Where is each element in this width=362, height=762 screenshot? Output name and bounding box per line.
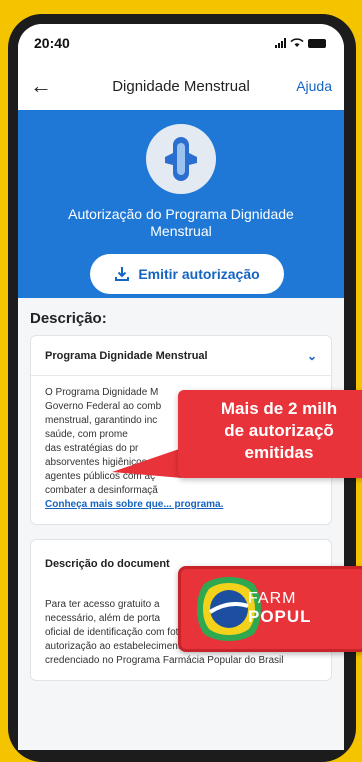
text-line: combater a desinformaçã (45, 485, 158, 496)
learn-more-link[interactable]: Conheça mais sobre que... programa. (45, 498, 317, 512)
speech-bubble-text: Mais de 2 milh de autorizaçõ emitidas (196, 398, 362, 464)
bubble-line: Mais de 2 milh (220, 399, 338, 418)
help-link[interactable]: Ajuda (296, 78, 332, 94)
farmacia-popular-text: FARM POPUL (248, 590, 362, 626)
badge-line-2: POPUL (248, 607, 312, 626)
hero-banner: Autorização do Programa Dignidade Menstr… (18, 110, 344, 298)
description-heading: Descrição: (30, 310, 107, 327)
back-arrow-icon[interactable]: ← (30, 73, 60, 99)
download-icon (115, 267, 130, 281)
bubble-line: de autorizaçõ (224, 421, 334, 440)
program-card-header[interactable]: Programa Dignidade Menstrual ⌄ (31, 336, 331, 376)
badge-line-1: FARM (248, 590, 297, 607)
chevron-down-icon[interactable]: ⌄ (307, 349, 317, 363)
bubble-line: emitidas (244, 443, 314, 462)
wifi-icon (290, 38, 304, 47)
status-icons (275, 38, 326, 48)
battery-icon (308, 38, 326, 48)
status-bar: 20:40 (18, 24, 344, 62)
hero-title: Autorização do Programa Dignidade Menstr… (68, 206, 294, 239)
emit-authorization-button[interactable]: Emitir autorização (90, 254, 284, 294)
document-card-title: Descrição do document (45, 558, 170, 570)
signal-icon (275, 38, 286, 48)
page-title: Dignidade Menstrual (112, 77, 250, 95)
pad-icon (146, 124, 216, 194)
speech-bubble-tail (112, 448, 182, 478)
text-line: credenciado no Programa Farmácia Popular… (45, 655, 284, 666)
app-bar: ← Dignidade Menstrual Ajuda (18, 62, 344, 110)
program-card-title: Programa Dignidade Menstrual (45, 349, 208, 362)
status-time: 20:40 (34, 35, 70, 51)
emit-button-label: Emitir autorização (138, 266, 260, 282)
